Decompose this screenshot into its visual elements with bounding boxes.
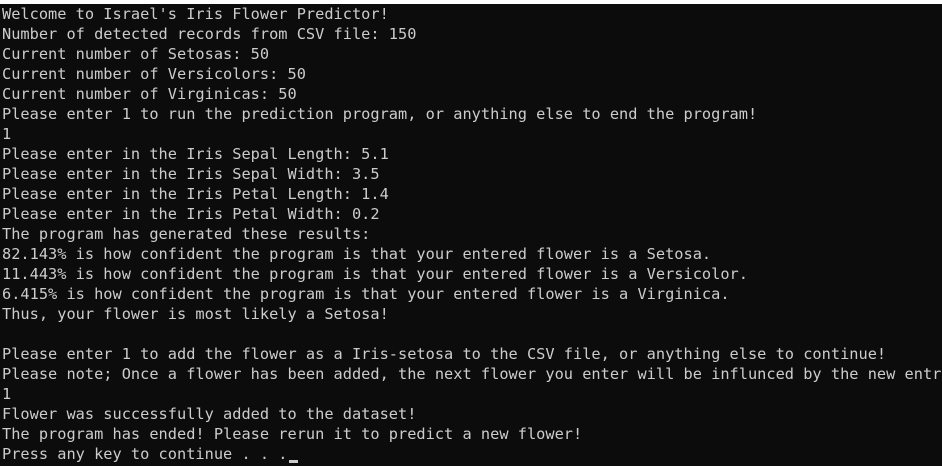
- console-output: Welcome to Israel's Iris Flower Predicto…: [2, 4, 942, 464]
- console-line-result-virginica: 6.415% is how confident the program is t…: [2, 285, 730, 303]
- console-line-press-any-key: Press any key to continue . . .: [2, 444, 942, 464]
- console-line-welcome: Welcome to Israel's Iris Flower Predicto…: [2, 5, 389, 23]
- console-line-versicolor-count: Current number of Versicolors: 50: [2, 65, 306, 83]
- console-line-sepal-length: Please enter in the Iris Sepal Length: 5…: [2, 145, 389, 163]
- console-line-added-confirmation: Flower was successfully added to the dat…: [2, 405, 417, 423]
- console-line-results-header: The program has generated these results:: [2, 225, 371, 243]
- console-line-user-input: 1: [2, 125, 12, 143]
- console-line-petal-length: Please enter in the Iris Petal Length: 1…: [2, 185, 389, 203]
- console-line-virginica-count: Current number of Virginicas: 50: [2, 85, 297, 103]
- console-line-run-prompt: Please enter 1 to run the prediction pro…: [2, 105, 758, 123]
- console-line-petal-width: Please enter in the Iris Petal Width: 0.…: [2, 205, 380, 223]
- console-line-user-input: 1: [2, 385, 12, 403]
- console-line-program-ended: The program has ended! Please rerun it t…: [2, 425, 583, 443]
- console-line-setosa-count: Current number of Setosas: 50: [2, 45, 270, 63]
- console-line-record-count: Number of detected records from CSV file…: [2, 25, 417, 43]
- text-cursor: [288, 460, 298, 463]
- press-any-key-text: Press any key to continue . . .: [2, 445, 288, 463]
- console-line-add-prompt: Please enter 1 to add the flower as a Ir…: [2, 345, 887, 363]
- console-window[interactable]: Welcome to Israel's Iris Flower Predicto…: [0, 4, 942, 466]
- console-line-add-note: Please note; Once a flower has been adde…: [2, 365, 942, 383]
- console-line-sepal-width: Please enter in the Iris Sepal Width: 3.…: [2, 165, 380, 183]
- console-line-conclusion: Thus, your flower is most likely a Setos…: [2, 305, 389, 323]
- console-line-result-setosa: 82.143% is how confident the program is …: [2, 245, 712, 263]
- console-line-result-versicolor: 11.443% is how confident the program is …: [2, 265, 748, 283]
